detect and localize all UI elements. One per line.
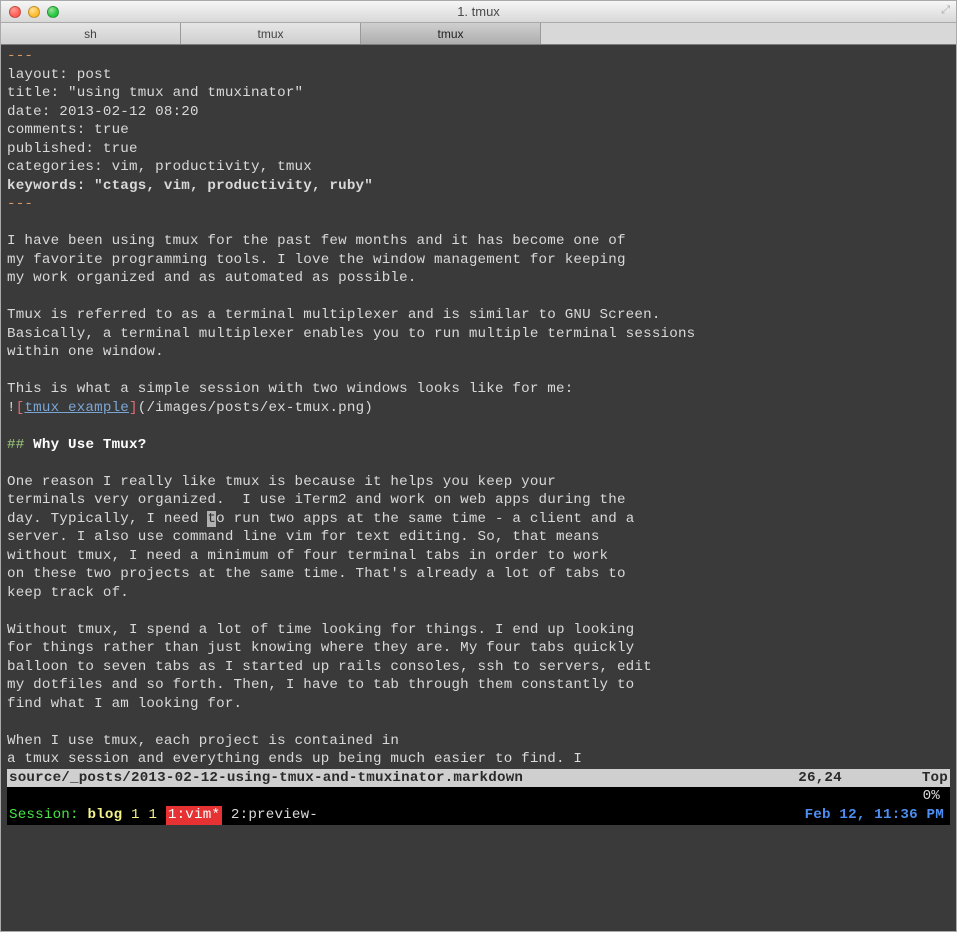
body-p6-l2: a tmux session and everything ends up be… (7, 751, 582, 767)
body-p2-l2: Basically, a terminal multiplexer enable… (7, 326, 695, 342)
tmux-status-bar: Session: blog 1 1 1:vim* 2:preview- Feb 1… (7, 806, 950, 825)
body-p2-l1: Tmux is referred to as a terminal multip… (7, 307, 661, 323)
body-p5-l2: for things rather than just knowing wher… (7, 640, 634, 656)
tab-sh[interactable]: sh (1, 23, 181, 44)
body-p1-l2: my favorite programming tools. I love th… (7, 252, 626, 268)
app-window: 1. tmux ⤢ sh tmux tmux --- layout: post … (0, 0, 957, 932)
frontmatter-delim-end: --- (7, 196, 33, 212)
fm-date: date: 2013-02-12 08:20 (7, 104, 199, 120)
md-h2-text: Why Use Tmux? (33, 437, 146, 453)
close-icon[interactable] (9, 6, 21, 18)
body-p4-l3a: day. Typically, I need (7, 511, 207, 527)
body-p4-l1: One reason I really like tmux is because… (7, 474, 556, 490)
body-p5-l5: find what I am looking for. (7, 696, 242, 712)
body-p1-l3: my work organized and as automated as po… (7, 270, 417, 286)
frontmatter-delim: --- (7, 48, 33, 64)
window-title: 1. tmux (1, 4, 956, 19)
tmux-session-name: blog (87, 806, 122, 825)
body-p5-l3: balloon to seven tabs as I started up ra… (7, 659, 652, 675)
vim-status-pct: Top (922, 769, 948, 788)
tmux-window-other[interactable]: 2:preview- (222, 806, 318, 825)
fm-comments: comments: true (7, 122, 129, 138)
body-p5-l4: my dotfiles and so forth. Then, I have t… (7, 677, 634, 693)
body-p4-l6: on these two projects at the same time. … (7, 566, 626, 582)
tab-tmux-1[interactable]: tmux (181, 23, 361, 44)
body-p4-l4: server. I also use command line vim for … (7, 529, 600, 545)
md-bracket-close: ] (129, 400, 138, 416)
fm-categories: categories: vim, productivity, tmux (7, 159, 312, 175)
body-p4-l5: without tmux, I need a minimum of four t… (7, 548, 608, 564)
body-p5-l1: Without tmux, I spend a lot of time look… (7, 622, 634, 638)
md-image-alt: tmux example (24, 400, 129, 416)
vim-cursor: t (207, 511, 216, 527)
vim-status-pos: 26,24 (798, 769, 842, 788)
tmux-window-active[interactable]: 1:vim* (166, 806, 222, 825)
zoom-icon[interactable] (47, 6, 59, 18)
tmux-session-nums: 1 1 (122, 806, 166, 825)
body-p3-l1: This is what a simple session with two w… (7, 381, 573, 397)
vim-status-file: source/_posts/2013-02-12-using-tmux-and-… (9, 769, 523, 788)
body-p2-l3: within one window. (7, 344, 164, 360)
titlebar: 1. tmux ⤢ (1, 1, 956, 23)
tmux-clock: Feb 12, 11:36 PM (805, 806, 944, 825)
fm-keywords: keywords: "ctags, vim, productivity, rub… (7, 178, 373, 194)
tab-tmux-2[interactable]: tmux (361, 23, 541, 44)
vim-cmd-percent: 0% (923, 787, 940, 806)
body-p4-l2: terminals very organized. I use iTerm2 a… (7, 492, 626, 508)
body-p6-l1: When I use tmux, each project is contain… (7, 733, 399, 749)
fm-published: published: true (7, 141, 138, 157)
traffic-lights (1, 6, 59, 18)
body-p4-l3b: o run two apps at the same time - a clie… (216, 511, 634, 527)
terminal-pane[interactable]: --- layout: post title: "using tmux and … (1, 45, 956, 931)
fm-layout: layout: post (7, 67, 112, 83)
md-h2-hash: ## (7, 437, 33, 453)
md-image-path: (/images/posts/ex-tmux.png) (138, 400, 373, 416)
minimize-icon[interactable] (28, 6, 40, 18)
vim-command-line[interactable]: 0% (7, 787, 950, 806)
md-image-bang: ! (7, 400, 16, 416)
tab-bar: sh tmux tmux (1, 23, 956, 45)
body-p1-l1: I have been using tmux for the past few … (7, 233, 626, 249)
tmux-session-label: Session: (9, 806, 87, 825)
fullscreen-icon[interactable]: ⤢ (941, 4, 950, 17)
body-p4-l7: keep track of. (7, 585, 129, 601)
vim-status-line: source/_posts/2013-02-12-using-tmux-and-… (7, 769, 950, 788)
fm-title: title: "using tmux and tmuxinator" (7, 85, 303, 101)
